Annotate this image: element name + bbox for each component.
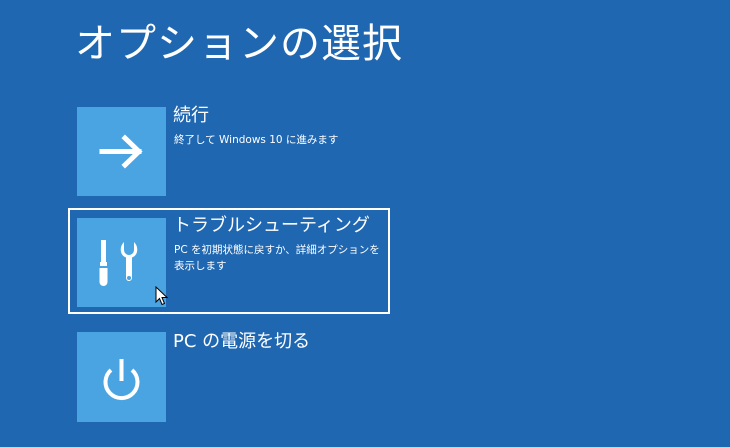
- option-troubleshoot[interactable]: トラブルシューティング PC を初期状態に戻すか、詳細オプションを表示します: [68, 208, 390, 314]
- power-icon: [103, 359, 140, 401]
- option-troubleshoot-title: トラブルシューティング: [173, 215, 370, 236]
- option-power-off-title: PC の電源を切る: [173, 331, 311, 352]
- page-title: オプションの選択: [75, 21, 403, 67]
- option-continue-title: 続行: [173, 105, 209, 126]
- tools-icon: [99, 240, 138, 286]
- option-continue[interactable]: 続行 終了して Windows 10 に進みます: [68, 98, 390, 204]
- arrow-right-icon: [99, 134, 143, 169]
- option-continue-description: 終了して Windows 10 に進みます: [174, 134, 339, 146]
- tile-continue[interactable]: [77, 107, 166, 196]
- tile-power-off[interactable]: [77, 332, 166, 422]
- mouse-cursor-icon: [155, 286, 169, 306]
- option-power-off[interactable]: PC の電源を切る: [68, 324, 390, 430]
- tile-troubleshoot[interactable]: [77, 218, 166, 307]
- option-troubleshoot-description: PC を初期状態に戻すか、詳細オプションを表示します: [174, 244, 380, 272]
